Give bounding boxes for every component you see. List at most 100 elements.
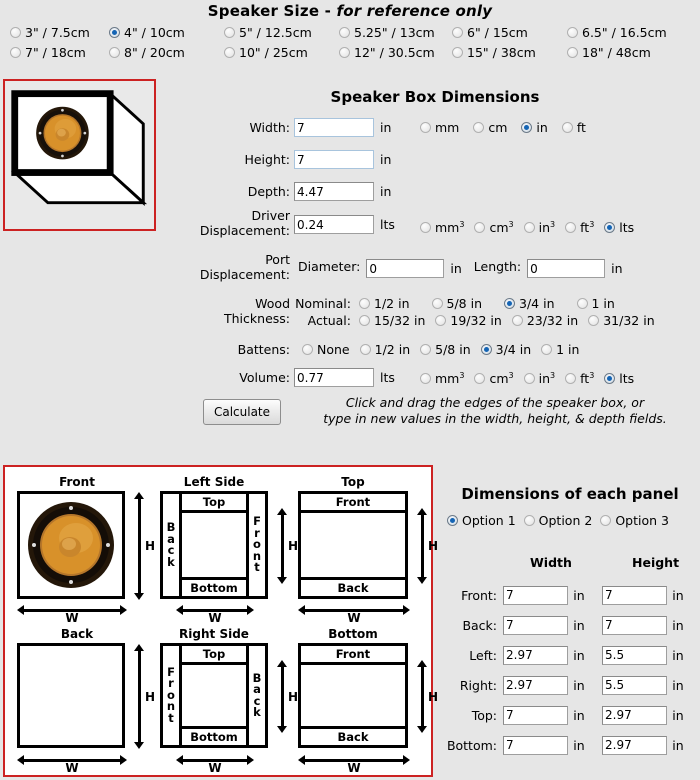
radio-icon[interactable] [359,298,370,309]
panel-width-input[interactable] [503,705,568,725]
panel-height-input[interactable] [602,705,667,725]
panel-height-input[interactable] [602,735,667,755]
battens-option-2[interactable]: 5/8 in [420,342,471,357]
radio-icon[interactable] [567,27,578,38]
radio-icon[interactable] [420,373,431,384]
wood-actual-option-1[interactable]: 19/32 in [435,313,502,328]
radio-icon[interactable] [504,298,515,309]
radio-icon[interactable] [10,47,21,58]
speaker-size-option-9[interactable]: 12" / 30.5cm [339,45,452,60]
radio-icon[interactable] [431,298,443,309]
wood-nominal-option-3[interactable]: 1 in [576,296,615,311]
radio-icon[interactable] [420,344,432,355]
panel-width-input[interactable] [503,735,568,755]
radio-icon[interactable] [452,27,463,38]
radio-icon[interactable] [420,222,431,233]
speaker-box-preview[interactable] [3,79,156,231]
panel-option-1[interactable]: Option 2 [523,513,592,528]
radio-icon[interactable] [521,122,533,133]
radio-icon[interactable] [224,47,235,58]
radio-icon[interactable] [359,344,371,355]
radio-icon[interactable] [452,47,463,58]
radio-icon[interactable] [224,27,235,38]
speaker-size-option-4[interactable]: 6" / 15cm [452,25,567,40]
battens-option-1[interactable]: 1/2 in [359,342,410,357]
driver-unit-option-1[interactable]: cm3 [474,220,514,235]
radio-icon[interactable] [541,344,553,355]
speaker-size-option-1[interactable]: 4" / 10cm [109,25,224,40]
volume-unit-option-0[interactable]: mm3 [420,371,464,386]
driver-unit-option-3[interactable]: ft3 [565,220,594,235]
radio-icon[interactable] [474,373,486,384]
speaker-size-option-11[interactable]: 18" / 48cm [567,45,666,60]
panel-option-0[interactable]: Option 1 [447,513,516,528]
radio-icon[interactable] [600,515,612,526]
panel-height-input[interactable] [602,585,667,605]
radio-icon[interactable] [339,47,350,58]
driver-unit-option-4[interactable]: lts [604,220,634,235]
width-input[interactable] [294,118,374,137]
radio-icon[interactable] [588,315,600,326]
radio-icon[interactable] [604,373,616,384]
radio-icon[interactable] [523,373,535,384]
speaker-size-option-3[interactable]: 5.25" / 13cm [339,25,452,40]
radio-icon[interactable] [567,47,578,58]
panel-height-input[interactable] [602,645,667,665]
depth-input[interactable] [294,182,374,201]
radio-icon[interactable] [302,344,313,355]
wood-actual-option-3[interactable]: 31/32 in [588,313,655,328]
length-unit-option-1[interactable]: cm [473,120,507,135]
volume-unit-option-1[interactable]: cm3 [474,371,514,386]
radio-icon[interactable] [473,122,485,133]
port-length-input[interactable] [527,259,606,278]
volume-unit-option-2[interactable]: in3 [523,371,555,386]
height-input[interactable] [294,150,374,169]
radio-icon[interactable] [576,298,588,309]
panel-option-2[interactable]: Option 3 [600,513,669,528]
panel-width-input[interactable] [503,585,568,605]
speaker-size-option-7[interactable]: 8" / 20cm [109,45,224,60]
length-unit-option-2[interactable]: in [521,120,548,135]
radio-icon[interactable] [447,515,458,526]
panel-width-input[interactable] [503,675,568,695]
wood-nominal-option-0[interactable]: 1/2 in [359,296,410,311]
wood-nominal-option-1[interactable]: 5/8 in [431,296,482,311]
length-unit-option-0[interactable]: mm [420,120,459,135]
radio-icon[interactable] [604,222,616,233]
radio-icon[interactable] [561,122,573,133]
wood-actual-option-2[interactable]: 23/32 in [511,313,578,328]
speaker-size-option-5[interactable]: 6.5" / 16.5cm [567,25,667,40]
radio-icon[interactable] [359,315,370,326]
radio-icon[interactable] [511,315,523,326]
driver-unit-option-2[interactable]: in3 [523,220,555,235]
panel-height-input[interactable] [602,615,667,635]
speaker-size-option-0[interactable]: 3" / 7.5cm [10,25,109,40]
volume-unit-option-4[interactable]: lts [604,371,634,386]
battens-option-3[interactable]: 3/4 in [480,342,531,357]
length-unit-option-3[interactable]: ft [561,120,586,135]
calculate-button[interactable]: Calculate [203,399,281,425]
radio-icon[interactable] [565,222,577,233]
wood-nominal-option-2[interactable]: 3/4 in [504,296,555,311]
radio-icon[interactable] [523,515,535,526]
radio-icon[interactable] [10,27,21,38]
driver-displacement-input[interactable] [294,215,374,234]
speaker-size-option-8[interactable]: 10" / 25cm [224,45,339,60]
wood-actual-option-0[interactable]: 15/32 in [359,313,425,328]
radio-icon[interactable] [420,122,431,133]
speaker-size-option-2[interactable]: 5" / 12.5cm [224,25,339,40]
radio-icon[interactable] [565,373,577,384]
radio-icon[interactable] [339,27,350,38]
port-diameter-input[interactable] [366,259,445,278]
radio-icon[interactable] [109,47,120,58]
battens-option-4[interactable]: 1 in [541,342,579,357]
driver-unit-option-0[interactable]: mm3 [420,220,464,235]
panel-width-input[interactable] [503,645,568,665]
radio-icon[interactable] [480,344,492,355]
radio-icon[interactable] [523,222,535,233]
battens-option-0[interactable]: None [302,342,350,357]
radio-icon[interactable] [435,315,447,326]
radio-icon[interactable] [109,27,120,38]
speaker-size-option-6[interactable]: 7" / 18cm [10,45,109,60]
volume-input[interactable] [294,368,374,387]
